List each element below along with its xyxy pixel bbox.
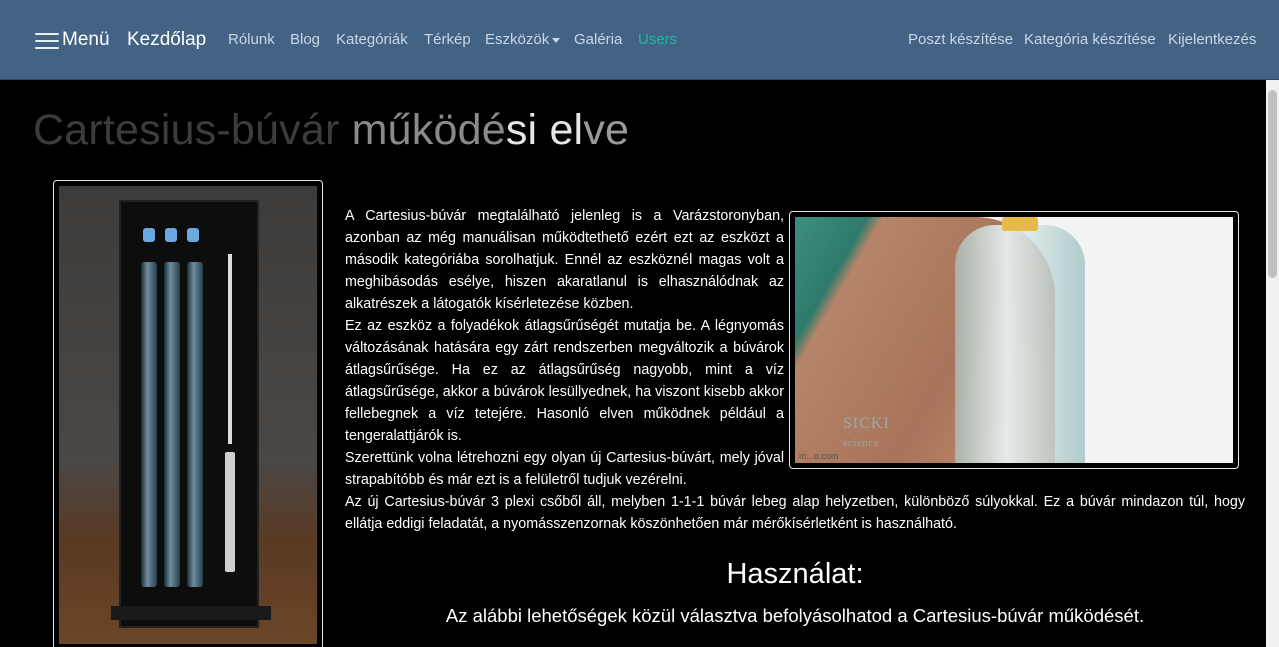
bottle-photo: SICKI science m...o.com bbox=[789, 211, 1239, 469]
tube-shape bbox=[164, 262, 180, 587]
bottle-cap-shape bbox=[1002, 217, 1038, 231]
nav-dropdown-eszkozok-label: Eszközök bbox=[485, 31, 550, 48]
rod-shape bbox=[228, 254, 232, 444]
usage-heading: Használat: bbox=[726, 558, 864, 590]
nav-link-poszt-keszitese[interactable]: Poszt készítése bbox=[908, 31, 1013, 48]
valve-icon bbox=[143, 228, 155, 242]
hamburger-icon[interactable] bbox=[35, 31, 59, 49]
valve-icon bbox=[165, 228, 177, 242]
page-scrollbar[interactable] bbox=[1266, 80, 1279, 647]
caret-down-icon bbox=[552, 37, 561, 43]
navbar: Menü Kezdőlap Rólunk Blog Kategóriák Tér… bbox=[0, 0, 1279, 80]
menu-label[interactable]: Menü bbox=[62, 29, 110, 51]
nav-link-users[interactable]: Users bbox=[638, 31, 677, 48]
paragraph: A Cartesius-búvár megtalálható jelenleg … bbox=[345, 208, 784, 312]
title-part: ve bbox=[583, 106, 630, 154]
watermark-logo: SICKI science bbox=[843, 415, 890, 449]
nav-link-terkep[interactable]: Térkép bbox=[424, 31, 471, 48]
nav-link-rolunk[interactable]: Rólunk bbox=[228, 31, 275, 48]
paragraph: Ez az eszköz a folyadékok átlagsűrűségét… bbox=[345, 318, 784, 444]
nav-link-kijelentkezes[interactable]: Kijelentkezés bbox=[1168, 31, 1256, 48]
device-photo-image bbox=[59, 186, 317, 644]
valve-icon bbox=[187, 228, 199, 242]
tube-shape bbox=[187, 262, 203, 587]
tube-shape bbox=[141, 262, 157, 587]
scrollbar-thumb[interactable] bbox=[1268, 90, 1277, 278]
nav-dropdown-eszkozok[interactable]: Eszközök bbox=[485, 31, 561, 48]
nav-link-galeria[interactable]: Galéria bbox=[574, 31, 622, 48]
cabinet-illustration bbox=[119, 200, 259, 628]
watermark-url: m...o.com bbox=[799, 451, 839, 461]
description-text: A Cartesius-búvár megtalálható jelenleg … bbox=[345, 205, 784, 491]
nav-link-kategoria-keszitese[interactable]: Kategória készítése bbox=[1024, 31, 1156, 48]
page-title: Cartesius-búvár működési elve bbox=[33, 106, 629, 155]
piston-shape bbox=[225, 452, 235, 572]
bottle-photo-image: SICKI science m...o.com bbox=[795, 217, 1233, 463]
title-part: Cartesius-búvár bbox=[33, 106, 340, 154]
menu-button[interactable]: Menü bbox=[35, 28, 110, 52]
base-shape bbox=[111, 606, 271, 620]
bottle-shape bbox=[955, 225, 1085, 463]
nav-brand-home[interactable]: Kezdőlap bbox=[127, 29, 206, 51]
title-part: si el bbox=[505, 106, 584, 154]
paragraph: Az új Cartesius-búvár 3 plexi csőből áll… bbox=[345, 494, 1245, 532]
nav-link-blog[interactable]: Blog bbox=[290, 31, 320, 48]
paragraph: Szerettünk volna létrehozni egy olyan új… bbox=[345, 450, 784, 488]
title-part: működé bbox=[351, 106, 506, 154]
device-photo bbox=[53, 180, 323, 647]
description-text-wide: Az új Cartesius-búvár 3 plexi csőből áll… bbox=[345, 491, 1245, 535]
usage-subheading: Az alábbi lehetőségek közül választva be… bbox=[445, 605, 1145, 626]
nav-link-kategoriak[interactable]: Kategóriák bbox=[336, 31, 408, 48]
